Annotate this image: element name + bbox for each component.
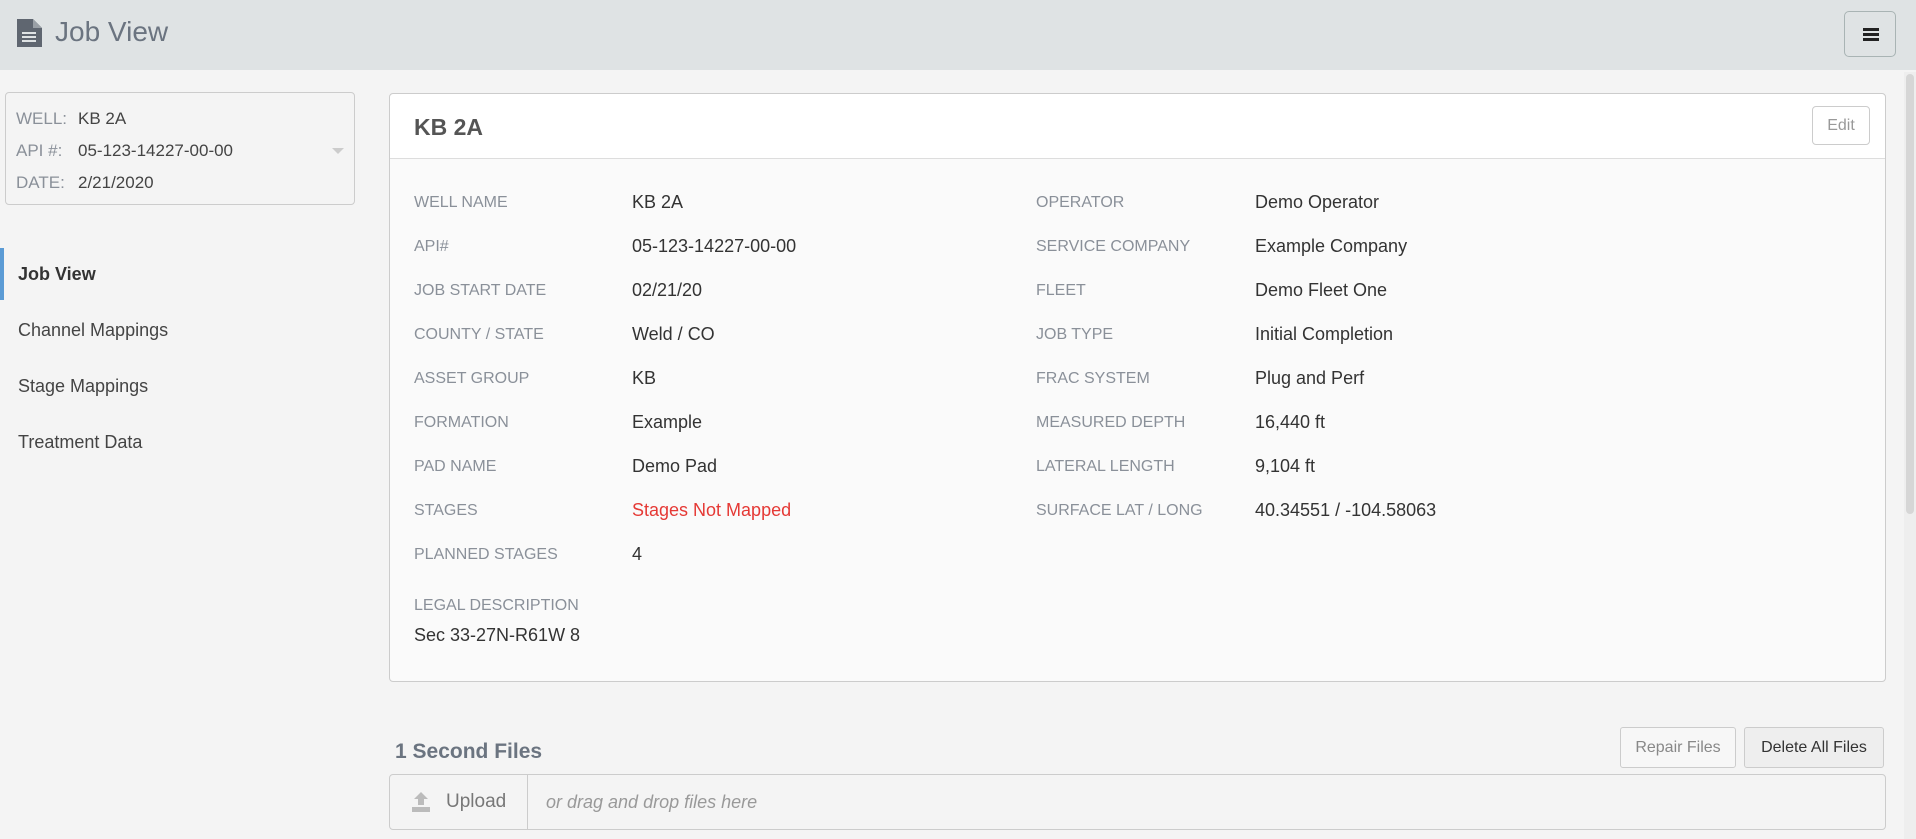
nav-treatment-data[interactable]: Treatment Data	[0, 416, 360, 468]
date-label: DATE:	[16, 173, 65, 192]
scrollbar-thumb[interactable]	[1906, 74, 1914, 514]
field-value: Demo Pad	[632, 456, 718, 476]
field-value: 05-123-14227-00-00	[632, 236, 797, 256]
field-label: WELL NAME	[414, 194, 508, 211]
field-label: ASSET GROUP	[414, 370, 530, 387]
field-value: Plug and Perf	[1255, 368, 1365, 388]
nav-channel-mappings[interactable]: Channel Mappings	[0, 304, 360, 356]
nav-stage-mappings[interactable]: Stage Mappings	[0, 360, 360, 412]
scrollbar[interactable]	[1904, 72, 1916, 839]
edit-button[interactable]: Edit	[1812, 106, 1870, 145]
well-value: KB 2A	[78, 109, 127, 128]
hamburger-line	[1863, 33, 1879, 36]
upload-dropzone[interactable]: Upload or drag and drop files here	[389, 774, 1886, 830]
field-label: FORMATION	[414, 414, 509, 431]
job-details-card: KB 2A Edit WELL NAME KB 2A API# 05-123-1422…	[389, 93, 1886, 682]
field-label: FRAC SYSTEM	[1036, 370, 1150, 387]
field-value: KB 2A	[632, 192, 684, 212]
api-label: API #:	[16, 141, 63, 160]
field-value: Demo Operator	[1255, 192, 1380, 212]
menu-button[interactable]	[1844, 11, 1896, 57]
well-selector[interactable]: WELL: KB 2A API #: 05-123-14227-00-00 DATE…	[5, 92, 355, 205]
document-icon	[17, 19, 42, 47]
api-value: 05-123-14227-00-00	[78, 141, 234, 160]
field-label: JOB TYPE	[1036, 326, 1114, 343]
field-value: 4	[632, 544, 643, 564]
hamburger-line	[1863, 38, 1879, 41]
repair-files-button[interactable]: Repair Files	[1620, 727, 1736, 768]
card-title: KB 2A	[414, 114, 484, 140]
delete-all-files-button[interactable]: Delete All Files	[1744, 727, 1884, 768]
field-value: 40.34551 / -104.58063	[1255, 500, 1437, 520]
legal-description-value: Sec 33-27N-R61W 8	[414, 625, 581, 645]
nav-job-view[interactable]: Job View	[0, 248, 360, 300]
field-label: SERVICE COMPANY	[1036, 238, 1191, 255]
field-value: Initial Completion	[1255, 324, 1394, 344]
field-value: Weld / CO	[632, 324, 715, 344]
field-label: OPERATOR	[1036, 194, 1125, 211]
page-title: Job View	[55, 16, 169, 47]
field-label: FLEET	[1036, 282, 1086, 299]
hamburger-icon	[1863, 28, 1879, 31]
card-header: KB 2A Edit	[390, 94, 1885, 159]
field-label: PAD NAME	[414, 458, 497, 475]
field-label: STAGES	[414, 502, 478, 519]
field-label: LATERAL LENGTH	[1036, 458, 1175, 475]
field-value: Stages Not Mapped	[632, 500, 792, 520]
upload-icon	[412, 792, 430, 812]
field-label: MEASURED DEPTH	[1036, 414, 1186, 431]
upload-label: Upload	[446, 791, 507, 812]
field-label: SURFACE LAT / LONG	[1036, 502, 1203, 519]
field-label: COUNTY / STATE	[414, 326, 544, 343]
field-value: 16,440 ft	[1255, 412, 1326, 432]
top-header: Job View	[0, 0, 1916, 70]
field-value: 9,104 ft	[1255, 456, 1316, 476]
field-label: PLANNED STAGES	[414, 546, 558, 563]
upload-button[interactable]: Upload	[390, 775, 528, 829]
field-value: Example	[632, 412, 703, 432]
field-label: API#	[414, 238, 449, 255]
drop-hint: or drag and drop files here	[546, 792, 758, 812]
field-label: JOB START DATE	[414, 282, 547, 299]
field-value: Example Company	[1255, 236, 1408, 256]
field-value: KB	[632, 368, 657, 388]
date-value: 2/21/2020	[78, 173, 154, 192]
field-value: Demo Fleet One	[1255, 280, 1388, 300]
files-section-title: 1 Second Files	[395, 740, 543, 763]
chevron-down-icon[interactable]	[332, 148, 344, 154]
well-label: WELL:	[16, 109, 68, 128]
field-value: 02/21/20	[632, 280, 703, 300]
legal-description-label: LEGAL DESCRIPTION	[414, 597, 579, 614]
